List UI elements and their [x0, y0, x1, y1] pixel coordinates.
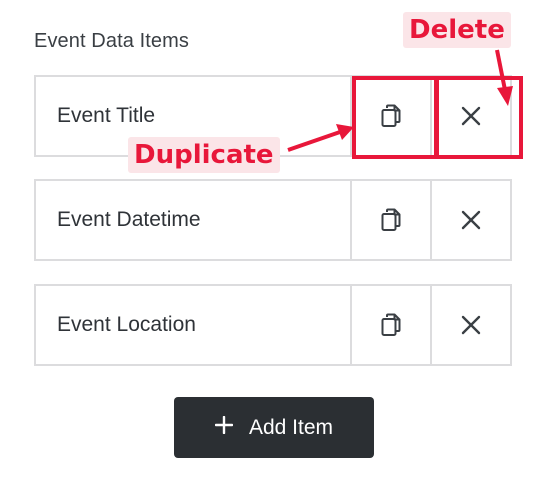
- close-icon: [461, 210, 481, 230]
- add-item-button[interactable]: Add Item: [174, 397, 374, 458]
- duplicate-highlight: [352, 76, 438, 159]
- item-label: Event Datetime: [57, 208, 201, 231]
- delete-annotation: Delete: [403, 12, 511, 48]
- list-item: Event Location: [34, 284, 512, 366]
- delete-button[interactable]: [430, 286, 510, 364]
- add-item-label: Add Item: [248, 415, 334, 439]
- delete-button[interactable]: [430, 181, 510, 259]
- copy-icon: [380, 208, 402, 232]
- list-item: Event Datetime: [34, 179, 512, 261]
- close-icon: [461, 315, 481, 335]
- plus-icon: [214, 415, 234, 440]
- copy-icon: [380, 313, 402, 337]
- duplicate-button[interactable]: [350, 181, 430, 259]
- item-label: Event Location: [57, 313, 196, 336]
- duplicate-annotation: Duplicate: [128, 137, 280, 173]
- section-title: Event Data Items: [34, 30, 189, 52]
- duplicate-button[interactable]: [350, 286, 430, 364]
- delete-highlight: [435, 76, 523, 159]
- item-label: Event Title: [57, 104, 156, 127]
